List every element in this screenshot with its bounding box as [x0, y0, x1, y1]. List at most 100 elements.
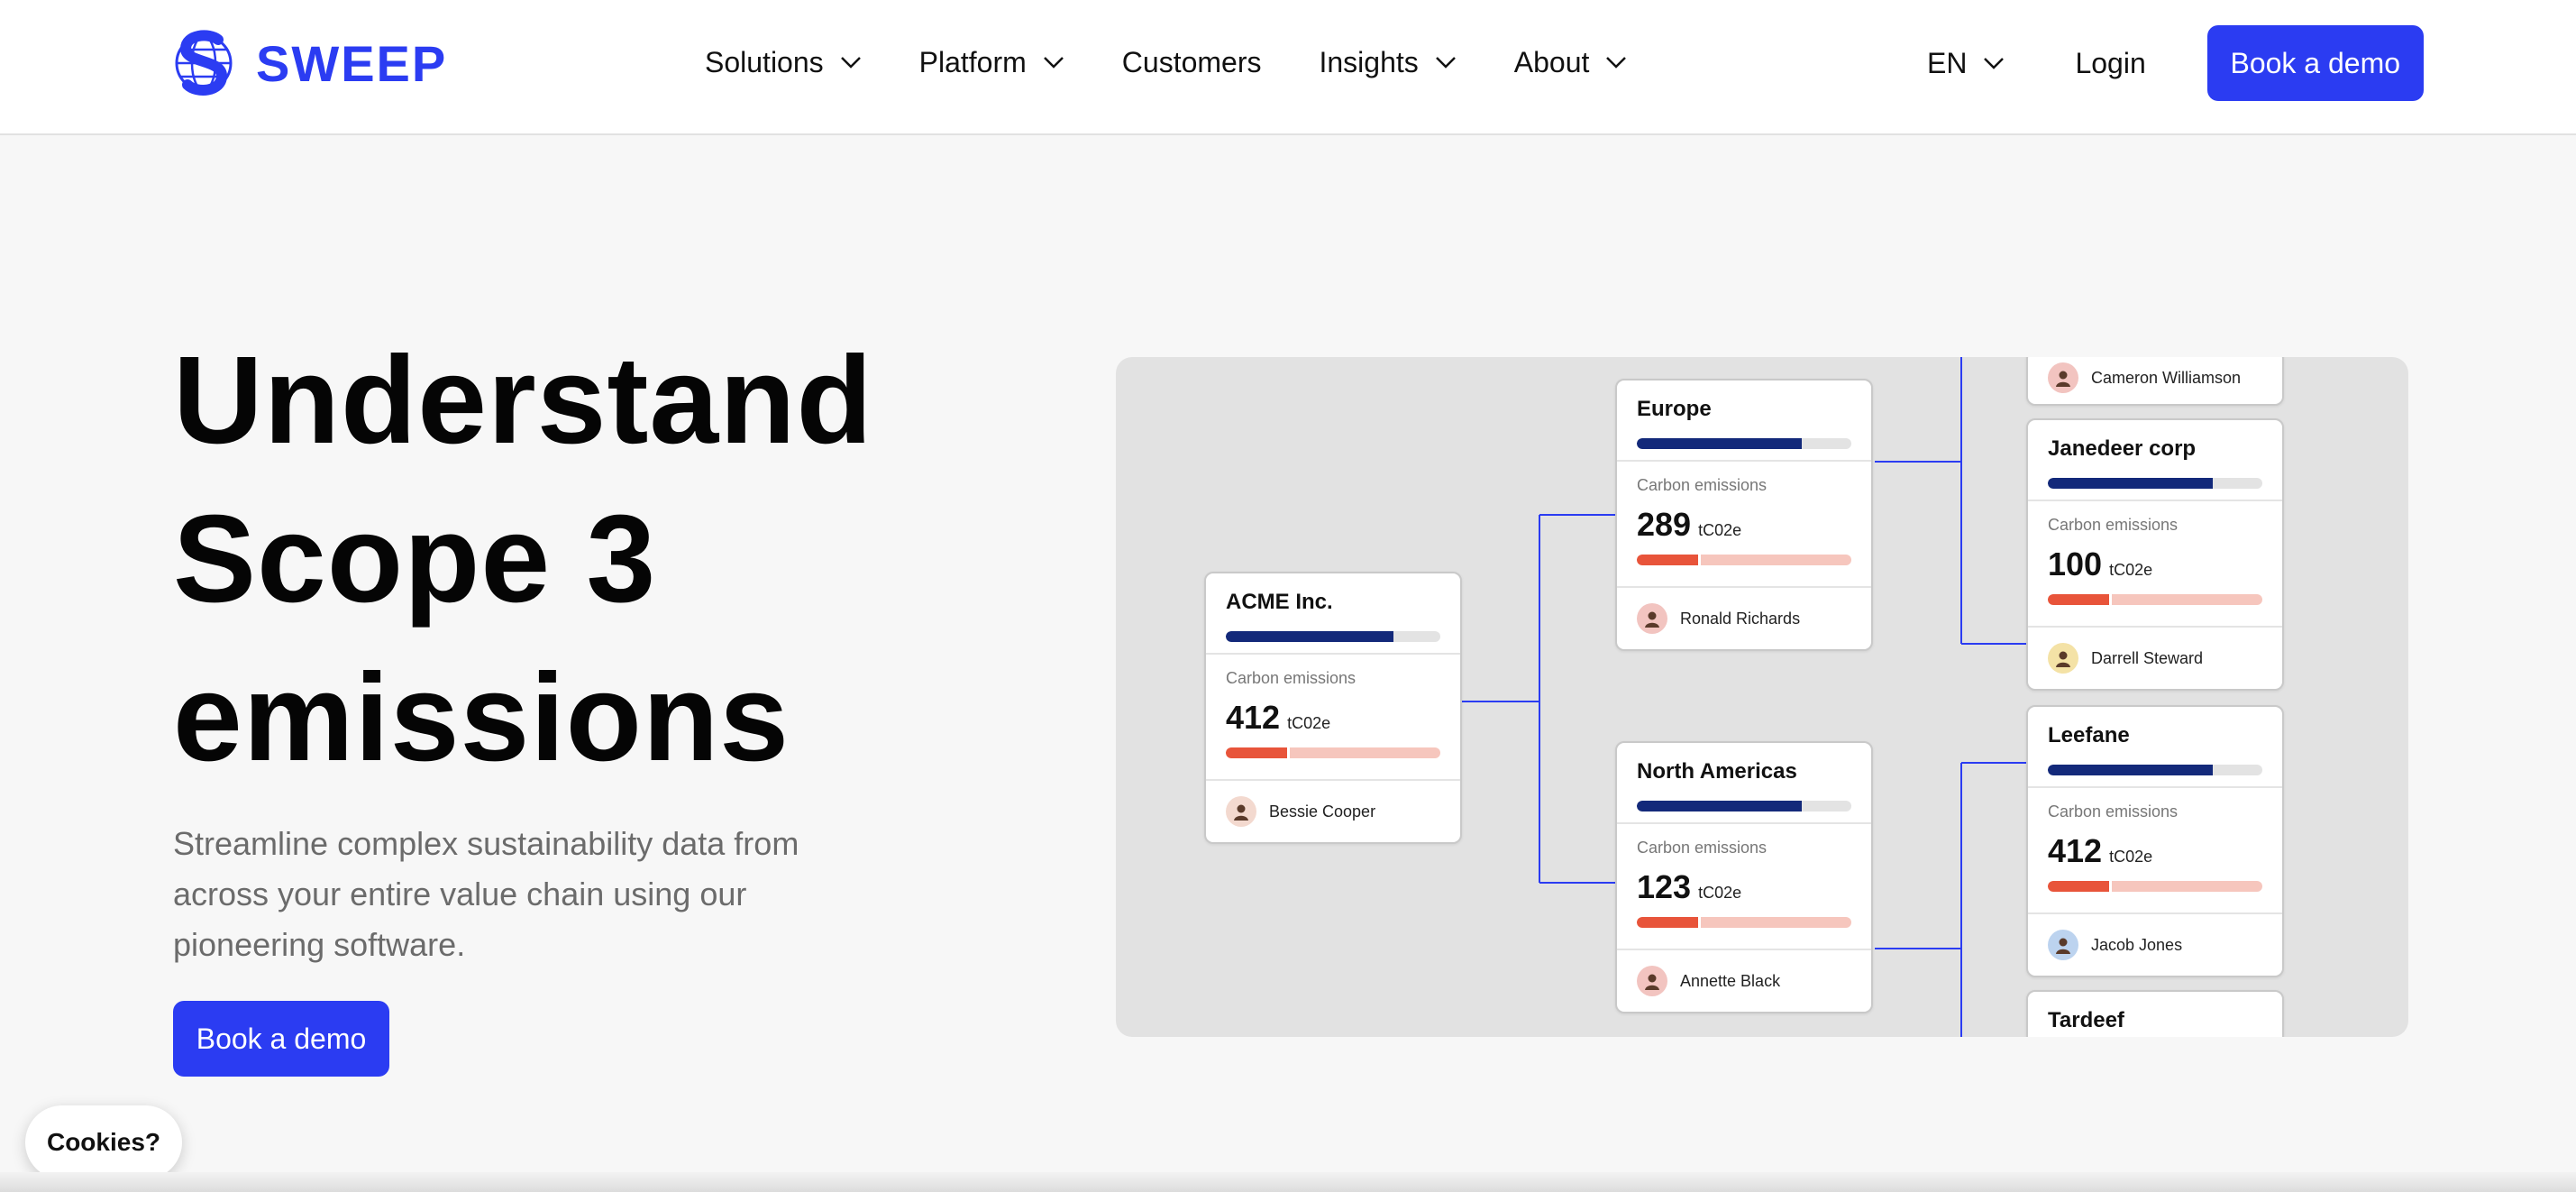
hero-title-line: Understand — [173, 331, 873, 470]
avatar — [1637, 603, 1667, 634]
hero-title-line: emissions — [173, 648, 790, 787]
emissions-bar — [1226, 747, 1440, 758]
org-card-north-americas[interactable]: North Americas Carbon emissions 123 tC02… — [1615, 741, 1873, 1013]
card-header: North Americas — [1617, 743, 1871, 824]
language-label: EN — [1927, 46, 1968, 79]
card-title: North Americas — [1637, 759, 1797, 784]
nav-item-label: Customers — [1121, 45, 1262, 78]
emissions-label: Carbon emissions — [1226, 669, 1357, 687]
owner-name: Ronald Richards — [1680, 609, 1801, 628]
progress-bar — [1637, 801, 1851, 811]
person-icon — [2056, 651, 2070, 667]
emissions-unit: tC02e — [1698, 884, 1742, 902]
emissions-value: 289 tC02e — [1637, 506, 1851, 544]
org-card-europe[interactable]: Europe Carbon emissions 289 tC02e Ronald… — [1615, 379, 1873, 651]
nav-item-label: About — [1513, 45, 1590, 78]
nav-item-platform[interactable]: Platform — [919, 40, 1064, 85]
card-owner: Darrell Steward — [2028, 628, 2282, 689]
card-owner: Cameron Williamson — [2028, 357, 2282, 404]
emissions-bar — [2048, 594, 2262, 605]
brand-logo[interactable]: SWEEP — [173, 20, 447, 106]
nav-item-about[interactable]: About — [1514, 40, 1628, 85]
org-card-cameron[interactable]: Cameron Williamson — [2026, 357, 2284, 406]
org-card-leefane[interactable]: Leefane Carbon emissions 412 tC02e Jacob… — [2026, 705, 2284, 977]
card-title: Tardeef — [2048, 1008, 2124, 1032]
emissions-number: 123 — [1637, 868, 1692, 905]
hero-subtitle: Streamline complex sustainability data f… — [173, 825, 799, 963]
card-owner: Annette Black — [1617, 950, 1871, 1012]
chevron-down-icon — [840, 57, 861, 69]
emissions-number: 100 — [2048, 546, 2103, 582]
avatar — [1226, 796, 1256, 827]
login-link[interactable]: Login — [2075, 47, 2145, 80]
brand-name: SWEEP — [256, 34, 448, 92]
owner-name: Jacob Jones — [2091, 935, 2183, 954]
header-actions: EN Login Book a demo — [1927, 25, 2424, 101]
site-header: SWEEP Solutions Platform Customers Insig… — [0, 0, 2576, 135]
emissions-value: 123 tC02e — [1637, 868, 1851, 906]
card-owner: Bessie Cooper — [1206, 781, 1460, 842]
emissions-unit: tC02e — [2109, 561, 2153, 579]
globe-logo-icon — [175, 30, 233, 96]
emissions-label: Carbon emissions — [1637, 839, 1768, 857]
nav-item-solutions[interactable]: Solutions — [705, 40, 862, 85]
emissions-bar — [1637, 917, 1851, 928]
emissions-unit: tC02e — [1287, 714, 1331, 732]
card-emissions: Carbon emissions 123 tC02e — [1617, 824, 1871, 950]
owner-name: Darrell Steward — [2091, 648, 2204, 667]
org-card-acme[interactable]: ACME Inc. Carbon emissions 412 tC02e Bes… — [1204, 572, 1462, 844]
card-emissions: Carbon emissions 289 tC02e — [1617, 462, 1871, 588]
section-divider — [0, 1172, 2576, 1192]
card-owner: Jacob Jones — [2028, 914, 2282, 976]
card-emissions: Carbon emissions 412 tC02e — [1206, 655, 1460, 781]
nav-item-label: Insights — [1319, 45, 1419, 78]
avatar — [2048, 643, 2078, 674]
emissions-number: 412 — [2048, 832, 2103, 869]
card-header: Europe — [1617, 381, 1871, 462]
card-header: Janedeer corp — [2028, 420, 2282, 501]
emissions-unit: tC02e — [2109, 848, 2153, 866]
hero-book-demo-button[interactable]: Book a demo — [173, 1001, 389, 1077]
emissions-number: 412 — [1226, 699, 1281, 736]
org-card-janedeer[interactable]: Janedeer corp Carbon emissions 100 tC02e… — [2026, 418, 2284, 691]
card-title: Europe — [1637, 397, 1712, 421]
card-emissions: Carbon emissions 412 tC02e — [2028, 788, 2282, 914]
emissions-unit: tC02e — [1698, 521, 1742, 539]
person-icon — [1234, 804, 1248, 821]
emissions-label: Carbon emissions — [1637, 476, 1768, 494]
emissions-value: 412 tC02e — [1226, 699, 1440, 737]
card-title: Leefane — [2048, 723, 2130, 747]
hero-title: Understand Scope 3 emissions — [173, 321, 873, 797]
hero-title-line: Scope 3 — [173, 490, 657, 628]
nav-item-label: Solutions — [705, 45, 824, 78]
owner-name: Cameron Williamson — [2091, 368, 2242, 387]
progress-bar — [2048, 765, 2262, 775]
chevron-down-icon — [1606, 57, 1627, 69]
emissions-bar — [1637, 555, 1851, 565]
card-header: ACME Inc. — [1206, 573, 1460, 655]
person-icon — [1645, 611, 1659, 628]
cookie-consent-button[interactable]: Cookies? — [25, 1105, 182, 1179]
chevron-down-icon — [1435, 57, 1456, 69]
avatar — [2048, 930, 2078, 960]
language-selector[interactable]: EN — [1927, 47, 2005, 80]
book-demo-button[interactable]: Book a demo — [2206, 25, 2424, 101]
emissions-value: 412 tC02e — [2048, 832, 2262, 870]
chevron-down-icon — [1043, 57, 1064, 69]
main-nav: Solutions Platform Customers Insights Ab… — [705, 40, 1685, 85]
owner-name: Annette Black — [1680, 971, 1781, 990]
emissions-diagram: ACME Inc. Carbon emissions 412 tC02e Bes… — [1116, 357, 2408, 1037]
person-icon — [2056, 938, 2070, 954]
person-icon — [2056, 371, 2070, 387]
nav-item-customers[interactable]: Customers — [1122, 40, 1262, 85]
progress-bar — [1226, 631, 1440, 642]
card-title: Janedeer corp — [2048, 436, 2197, 461]
nav-item-insights[interactable]: Insights — [1319, 40, 1456, 85]
org-card-tardeef[interactable]: Tardeef — [2026, 990, 2284, 1037]
emissions-label: Carbon emissions — [2048, 802, 2179, 821]
emissions-value: 100 tC02e — [2048, 546, 2262, 583]
card-emissions: Carbon emissions 100 tC02e — [2028, 501, 2282, 628]
progress-bar — [1637, 438, 1851, 449]
nav-item-label: Platform — [918, 45, 1027, 78]
emissions-number: 289 — [1637, 506, 1692, 543]
